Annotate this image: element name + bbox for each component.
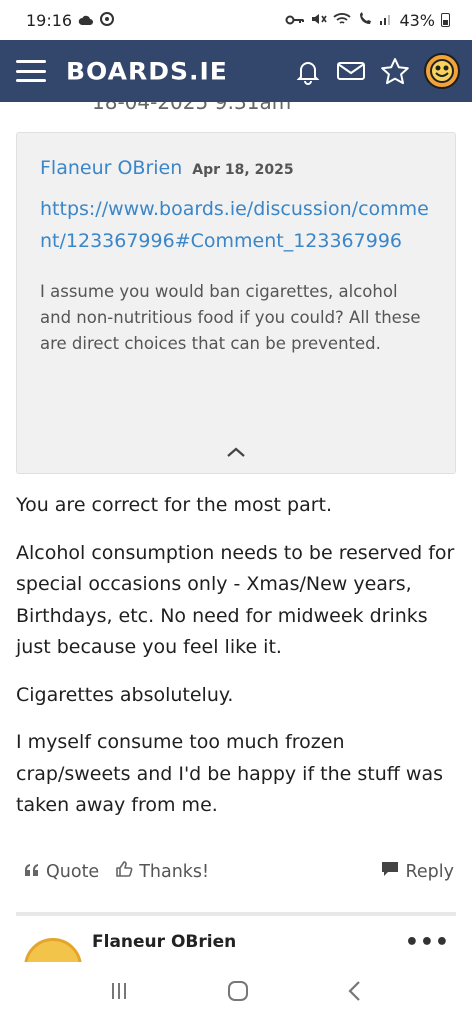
post-paragraph: You are correct for the most part. [16,494,333,516]
thread-content: 18-04-2025 9:31am Flaneur OBrien Apr 18,… [0,102,472,962]
status-time: 19:16 [26,10,73,30]
quote-source-link[interactable]: https://www.boards.ie/discussion/comment… [40,193,433,257]
battery-percent: 43% [399,10,435,30]
mail-icon[interactable] [336,59,366,83]
more-options-icon[interactable]: ••• [405,930,450,955]
recent-apps-icon[interactable] [107,979,131,1007]
site-logo[interactable]: BOARDS.IE [66,57,228,85]
thumbs-up-icon [115,860,133,883]
reply-button-label: Reply [405,861,454,882]
post-body: You are correct for the most part. Alcoh… [16,490,461,838]
post-paragraph: Cigarettes absoluteluy. [16,683,234,706]
cloud-icon [78,11,94,30]
quote-author-link[interactable]: Flaneur OBrien [40,157,182,179]
quote-date: Apr 18, 2025 [192,162,294,178]
next-post-avatar[interactable] [24,938,82,962]
chevron-up-icon [225,444,247,463]
cut-off-timestamp: 18-04-2025 9:31am [92,102,292,114]
collapse-quote-button[interactable] [17,444,455,463]
star-icon[interactable] [380,57,410,85]
thanks-button-label: Thanks! [139,861,210,882]
back-icon[interactable] [345,979,365,1007]
reply-button[interactable]: Reply [380,860,454,883]
avatar[interactable] [424,53,460,89]
post-actions: Quote Thanks! Reply [24,860,454,883]
signal-icon [379,11,393,30]
post-divider [16,912,456,916]
status-right: 43% [285,11,450,30]
thanks-button[interactable]: Thanks! [115,860,209,883]
reply-icon [380,860,400,883]
quote-icon [24,862,40,882]
quote-text: I assume you would ban cigarettes, alcoh… [40,282,421,353]
quote-button-label: Quote [46,861,100,882]
menu-icon[interactable] [16,60,46,82]
bell-icon[interactable] [294,57,322,85]
wifi-icon [333,11,352,30]
site-header: BOARDS.IE [0,40,472,102]
system-nav-bar [0,962,472,1024]
settings-status-icon [100,11,115,30]
battery-icon [441,13,450,27]
key-icon [285,11,305,30]
home-icon[interactable] [225,978,251,1008]
quote-button[interactable]: Quote [24,862,99,882]
post-paragraph: Alcohol consumption needs to be reserved… [16,541,455,659]
mute-icon [311,11,328,30]
next-post-header: Flaneur OBrien ••• [16,928,456,962]
quote-header: Flaneur OBrien Apr 18, 2025 [40,157,433,179]
post-paragraph: I myself consume too much frozen crap/sw… [16,731,443,816]
status-left: 19:16 [26,10,115,30]
call-icon [357,11,373,30]
header-icons [294,53,460,89]
next-post-author[interactable]: Flaneur OBrien [92,932,236,952]
status-bar: 19:16 43% [0,0,472,40]
quote-block: Flaneur OBrien Apr 18, 2025 https://www.… [16,132,456,474]
